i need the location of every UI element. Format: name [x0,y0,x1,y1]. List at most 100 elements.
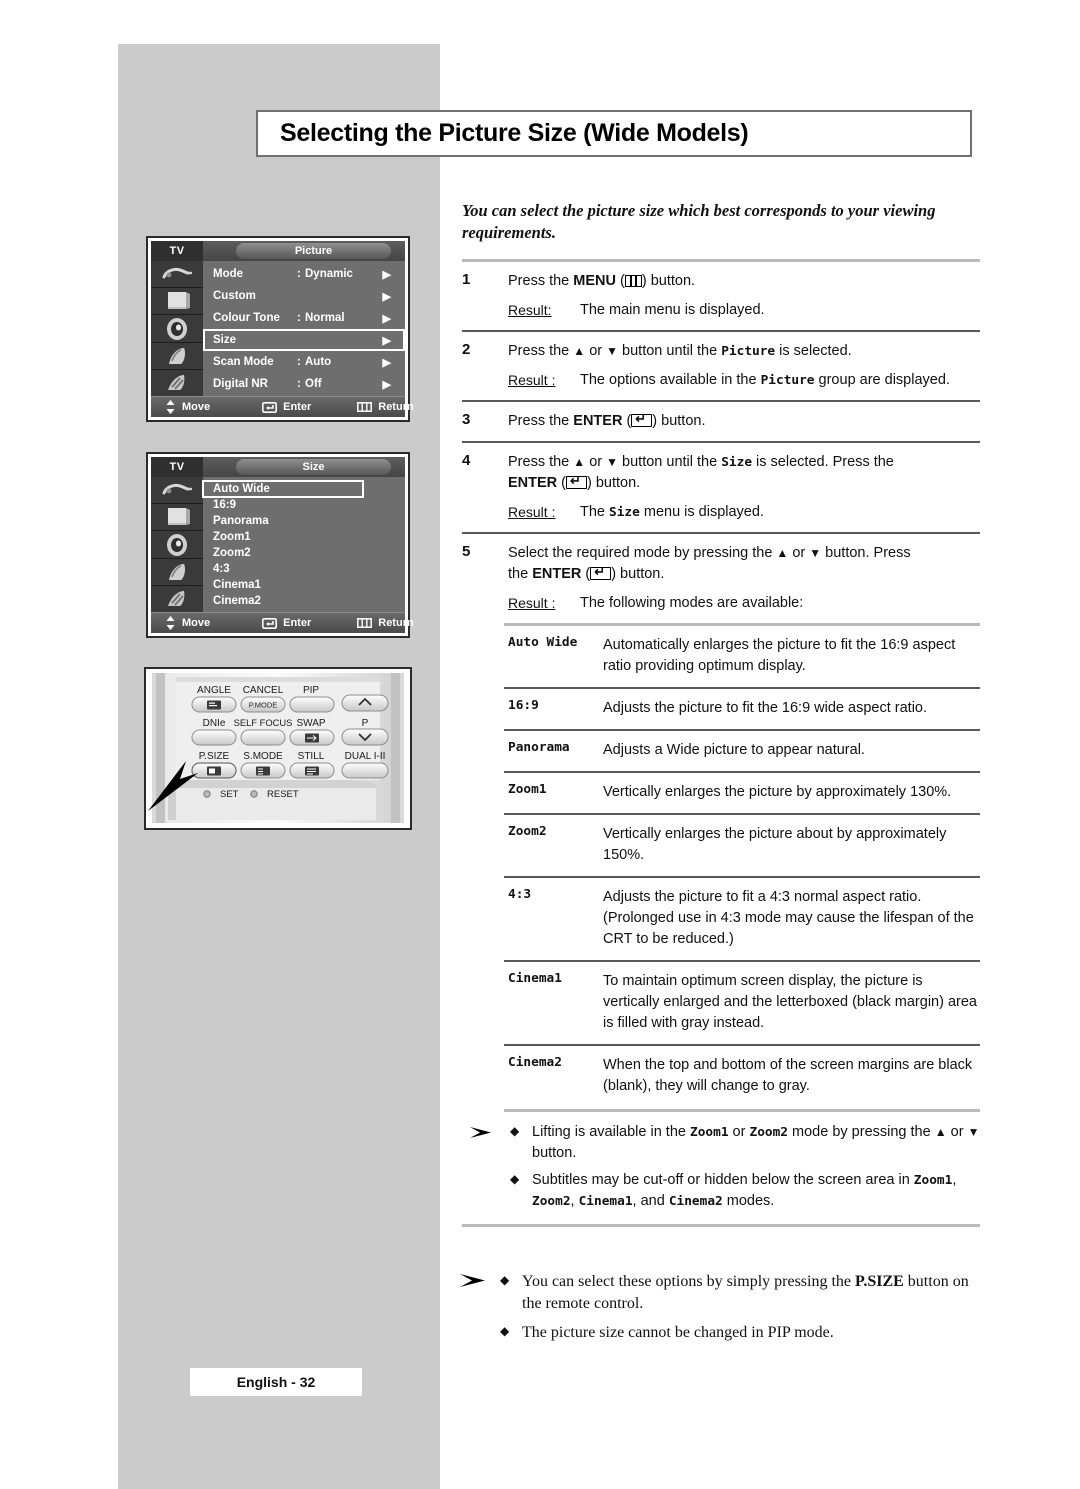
svg-text:P.MODE: P.MODE [249,701,278,710]
step-text-pre: Press the [508,272,574,289]
osd-row-colon: : [297,312,301,324]
enter-key-icon [631,412,653,427]
size-option-panorama[interactable]: Panorama [203,513,405,529]
remote-label-dnie: DNIe [203,718,226,729]
size-option-cinema2[interactable]: Cinema2 [203,593,405,609]
chevron-right-icon: ▶ [382,312,391,325]
osd-row-size-selected[interactable]: Size ▶ [203,329,405,351]
speaker-sound-icon[interactable] [151,531,203,559]
osd-row[interactable]: Colour Tone : Normal ▶ [203,307,405,329]
remote-label-selffocus: SELF FOCUS [234,717,293,728]
mode-name: Panorama [508,739,570,755]
menu-key-icon [624,274,642,287]
step-2: 2 Press the ▲ or ▼ button until the Pict… [462,332,980,400]
osd-size-hintbar: Move Enter Return [151,612,414,633]
enter-key-icon [590,565,612,580]
step-body: Select the required mode by pressing the… [508,543,980,614]
note-items: ◆ You can select these options by simply… [500,1271,980,1350]
result-label: Result : [508,594,556,611]
osd-icon-column [151,261,203,398]
mode-name: Auto Wide [508,634,578,650]
feature-icon[interactable] [151,559,203,586]
step-4: 4 Press the ▲ or ▼ button until the Size… [462,443,980,532]
menu-key-icon [357,402,373,412]
step-number: 1 [462,270,471,288]
note-items: ◆ Lifting is available in the Zoom1 or Z… [510,1122,980,1218]
mode-description: Automatically enlarges the picture to fi… [603,636,956,674]
size-option-4-3[interactable]: 4:3 [203,561,405,577]
notes-block-primary: ◆ Lifting is available in the Zoom1 or Z… [470,1112,980,1224]
size-option-zoom1[interactable]: Zoom1 [203,529,405,545]
mode-description: Vertically enlarges the picture about by… [603,825,947,863]
size-option-cinema1[interactable]: Cinema1 [203,577,405,593]
feature-icon[interactable] [151,343,203,370]
remote-button-selffocus [240,729,286,746]
paren-close: ) button. [641,272,696,289]
tv-picture-icon[interactable] [151,288,203,316]
bullet-icon: ◆ [500,1273,510,1287]
mode-name: Zoom2 [508,823,547,839]
step-1: 1 Press the MENU () button. Result: The … [462,262,980,330]
osd-row[interactable]: Mode : Dynamic ▶ [203,263,405,285]
remote-label-dual: DUAL I-II [345,751,386,762]
osd-size-header: Size [236,459,391,475]
remote-button-channel-up [341,694,389,712]
page-footer: English - 32 [190,1368,362,1396]
hint-enter: Enter [262,401,311,413]
osd-row[interactable]: Scan Mode : Auto ▶ [203,351,405,373]
remote-label-smode: S.MODE [243,751,283,762]
osd-row-label: Digital NR [213,378,268,390]
mode-row: Zoom2 Vertically enlarges the picture ab… [504,815,980,876]
setup-icon[interactable] [151,586,203,614]
hint-return-label: Return [378,401,414,413]
up-down-arrows-icon [166,400,175,414]
osd-row[interactable]: Custom ▶ [203,285,405,307]
setup-icon[interactable] [151,370,203,398]
hint-return: Return [357,401,414,413]
antenna-icon[interactable] [151,477,203,505]
step-instruction: Select the required mode by pressing the… [508,543,980,585]
chevron-right-icon: ▶ [382,290,391,303]
note-arrow-icon [470,1122,510,1218]
result-label: Result: [508,301,552,318]
step-result: Result : The options available in the Pi… [508,370,980,391]
remote-button-pip [289,696,335,713]
note-arrow-icon [460,1271,500,1350]
hint-enter: Enter [262,617,311,629]
mode-row: Zoom1 Vertically enlarges the picture by… [504,773,980,813]
instructions-column: You can select the picture size which be… [460,200,980,1356]
mode-row: Cinema1 To maintain optimum screen displ… [504,962,980,1044]
osd-picture-titlebar: TV Picture [151,241,405,261]
osd-row-label: Scan Mode [213,356,274,368]
note-text: You can select these options by simply p… [522,1273,969,1313]
step-number: 4 [462,451,471,469]
size-option-16-9[interactable]: 16:9 [203,497,405,513]
enter-key-icon [262,617,278,629]
osd-row[interactable]: Digital NR : Off ▶ [203,373,405,395]
osd-row-label: Size [213,334,237,346]
result-text: The following modes are available: [580,594,804,611]
osd-row-colon: : [297,356,301,368]
osd-picture-menu: TV Picture Mode: Dynamic ▶ Custom ▶ Col… [146,236,414,422]
size-option-zoom2[interactable]: Zoom2 [203,545,405,561]
remote-label-angle: ANGLE [197,685,231,696]
step-body: Press the ENTER () button. [508,411,980,432]
enter-key-icon [262,401,278,413]
menu-key-icon [357,618,373,628]
antenna-icon[interactable] [151,261,203,289]
osd-picture-rows: Mode : Dynamic ▶ Custom ▶ Colour Tone : … [203,261,405,412]
mode-description: Adjusts the picture to fit a 4:3 normal … [603,888,974,947]
result-text: The Size menu is displayed. [580,503,764,520]
osd-icon-column [151,477,203,614]
chevron-right-icon: ▶ [382,334,391,347]
size-option-auto-wide[interactable]: Auto Wide [202,480,364,498]
tv-picture-icon[interactable] [151,504,203,532]
remote-label-still: STILL [298,751,325,762]
speaker-sound-icon[interactable] [151,315,203,343]
osd-picture-header: Picture [236,243,391,259]
chevron-right-icon: ▶ [382,378,391,391]
bullet-icon: ◆ [500,1323,510,1338]
step-number: 2 [462,340,471,358]
note-text: Subtitles may be cut-off or hidden below… [532,1171,957,1209]
result-label: Result : [508,503,556,520]
